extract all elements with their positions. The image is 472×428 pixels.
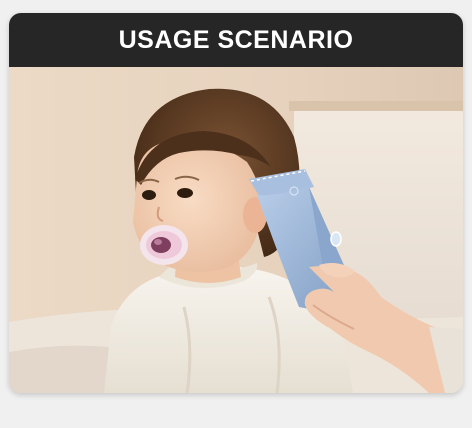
banner-title: USAGE SCENARIO <box>118 25 354 54</box>
usage-photo <box>9 67 463 393</box>
headboard-frame <box>289 101 463 111</box>
clipper-power-button <box>330 231 342 247</box>
usage-scenario-card: USAGE SCENARIO <box>9 13 463 393</box>
title-banner: USAGE SCENARIO <box>9 13 463 67</box>
pacifier-icon <box>140 225 188 265</box>
left-eye <box>142 190 156 200</box>
right-eye <box>177 188 193 198</box>
